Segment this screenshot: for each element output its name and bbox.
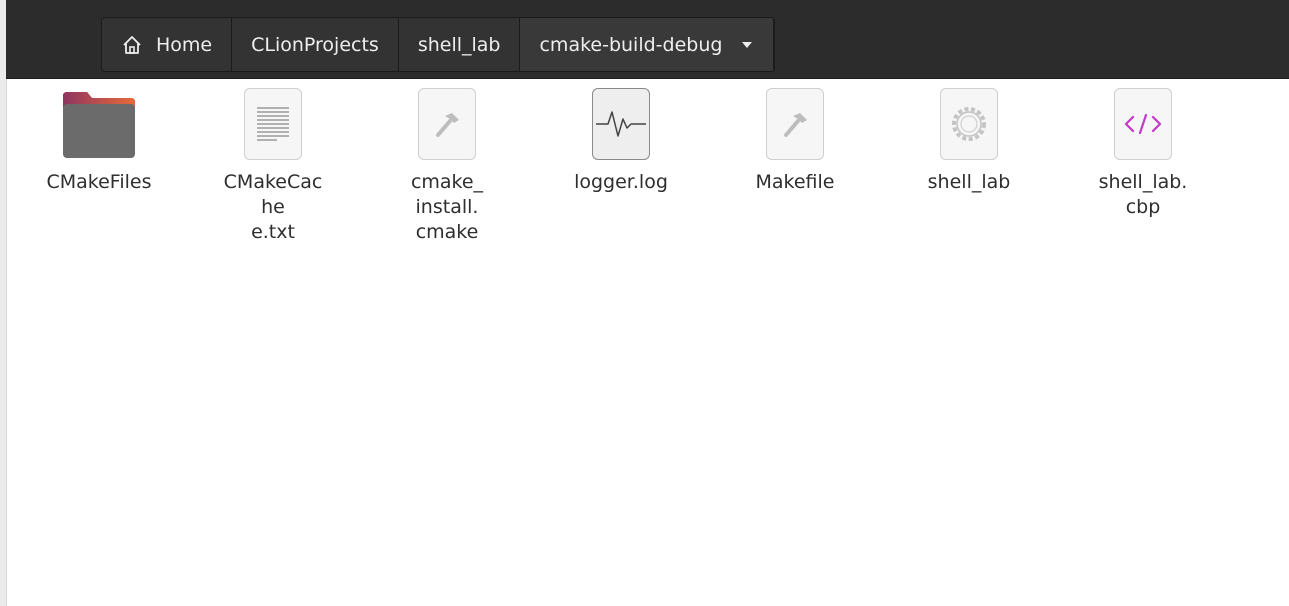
file-item-cmake-install[interactable]: cmake_ install. cmake <box>360 86 534 245</box>
hammer-file-icon <box>757 86 833 162</box>
xml-file-icon <box>1105 86 1181 162</box>
breadcrumb-shell-lab[interactable]: shell_lab <box>399 18 521 71</box>
file-name: logger.log <box>574 171 668 193</box>
file-name: shell_lab. cbp <box>1098 171 1188 218</box>
breadcrumb-home-label: Home <box>156 33 213 56</box>
text-file-icon <box>235 86 311 162</box>
hammer-file-icon <box>409 86 485 162</box>
breadcrumb: Home CLionProjects shell_lab cmake-build… <box>101 17 776 72</box>
breadcrumb-shell-lab-label: shell_lab <box>417 33 501 56</box>
breadcrumb-home[interactable]: Home <box>102 18 233 71</box>
breadcrumb-clionprojects-label: CLionProjects <box>251 33 379 56</box>
chevron-down-icon[interactable] <box>740 38 754 52</box>
file-item-cmakefiles[interactable]: CMakeFiles <box>12 86 186 245</box>
breadcrumb-cmake-build-debug-label: cmake-build-debug <box>539 33 723 56</box>
file-name: cmake_ install. cmake <box>410 171 484 243</box>
home-icon <box>121 34 143 56</box>
folder-icon <box>61 86 137 162</box>
file-name: CMakeFiles <box>46 171 152 193</box>
file-grid: CMakeFiles CMakeCache e.txt cmake_ insta… <box>12 86 1230 245</box>
file-item-shell-lab[interactable]: shell_lab <box>882 86 1056 245</box>
file-item-shell-lab-cbp[interactable]: shell_lab. cbp <box>1056 86 1230 245</box>
file-name: CMakeCache e.txt <box>223 171 323 243</box>
file-item-cmakecache[interactable]: CMakeCache e.txt <box>186 86 360 245</box>
sidebar-edge <box>0 0 7 606</box>
file-name: shell_lab <box>927 171 1011 193</box>
file-item-logger-log[interactable]: logger.log <box>534 86 708 245</box>
file-item-makefile[interactable]: Makefile <box>708 86 882 245</box>
header-bar: Home CLionProjects shell_lab cmake-build… <box>6 0 1289 79</box>
breadcrumb-cmake-build-debug[interactable]: cmake-build-debug <box>520 18 775 71</box>
breadcrumb-clionprojects[interactable]: CLionProjects <box>232 18 399 71</box>
file-name: Makefile <box>755 171 835 193</box>
executable-gear-icon <box>931 86 1007 162</box>
log-file-icon <box>583 86 659 162</box>
